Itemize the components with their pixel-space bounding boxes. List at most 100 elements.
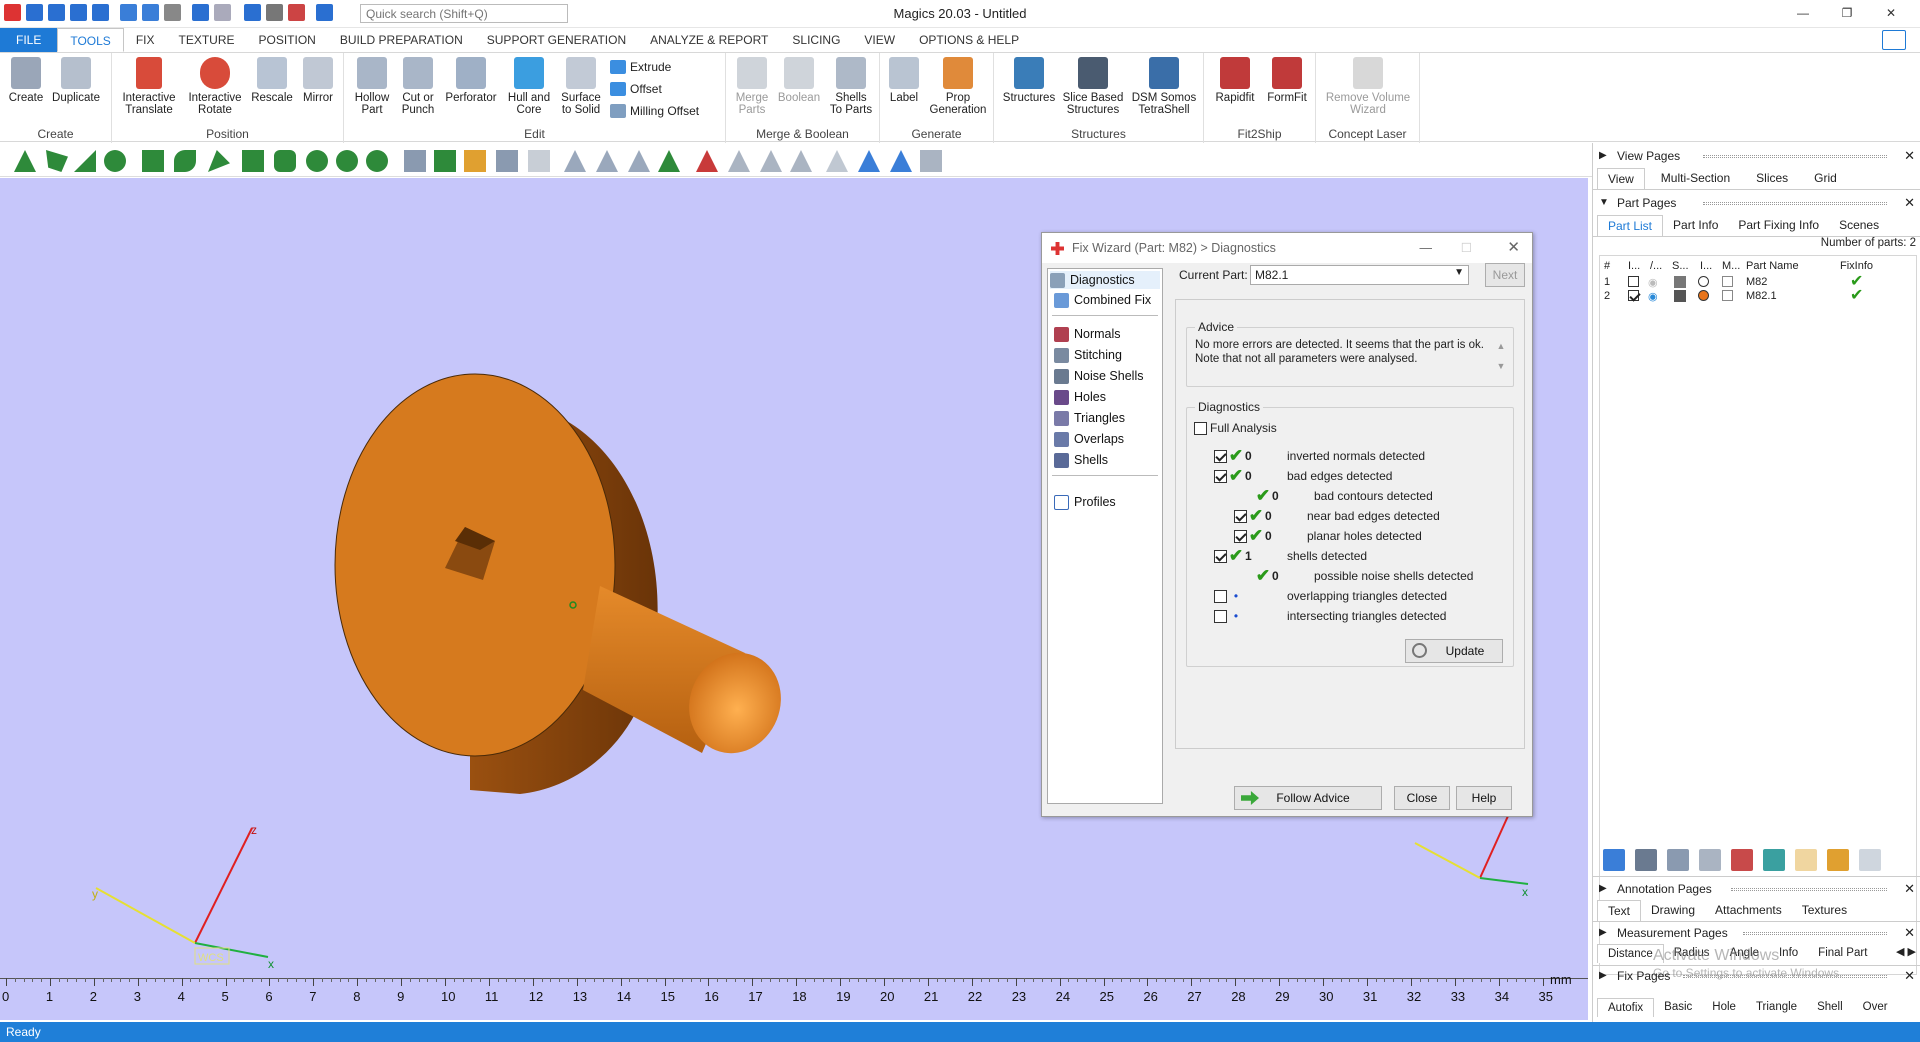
boolean-button[interactable]: Boolean <box>774 57 824 104</box>
tab-slicing[interactable]: SLICING <box>780 28 852 52</box>
col-visible[interactable]: /... <box>1650 260 1662 272</box>
shading-icon[interactable] <box>1674 276 1686 288</box>
tab-basic[interactable]: Basic <box>1654 998 1702 1017</box>
close-window-button[interactable]: ✕ <box>1870 2 1912 24</box>
nav-triangles[interactable]: Triangles <box>1054 409 1125 427</box>
material-icon[interactable] <box>1722 276 1733 287</box>
shells-checkbox[interactable] <box>1214 549 1227 563</box>
duplicate-button[interactable]: Duplicate <box>50 57 102 104</box>
slice-based-structures-button[interactable]: Slice Based Structures <box>1060 57 1126 116</box>
tab-multi-section[interactable]: Multi-Section <box>1651 168 1740 189</box>
current-part-select[interactable]: M82.1 ▼ <box>1250 265 1469 285</box>
triangle-tool-11-icon[interactable] <box>920 150 942 172</box>
close-icon[interactable]: ✕ <box>1904 879 1915 899</box>
tab-final-part[interactable]: Final Part <box>1808 944 1877 963</box>
cut-or-punch-button[interactable]: Cut or Punch <box>396 57 440 116</box>
mark-shell-icon[interactable] <box>104 150 126 172</box>
mark-plane-icon[interactable] <box>46 150 68 172</box>
tab-slices[interactable]: Slices <box>1746 168 1798 189</box>
bad-edges-checkbox[interactable] <box>1214 469 1227 483</box>
close-icon[interactable]: ✕ <box>1904 146 1915 166</box>
mark-all-icon[interactable] <box>336 150 358 172</box>
col-fixinfo[interactable]: FixInfo <box>1840 260 1873 272</box>
tab-grid[interactable]: Grid <box>1804 168 1847 189</box>
material-icon[interactable] <box>1722 290 1733 301</box>
nav-combined-fix[interactable]: Combined Fix <box>1054 291 1151 309</box>
mark-triangle-icon[interactable] <box>14 150 36 172</box>
prop-generation-button[interactable]: Prop Generation <box>926 57 990 116</box>
full-analysis-checkbox[interactable] <box>1194 421 1207 435</box>
col-part-name[interactable]: Part Name <box>1746 260 1799 272</box>
extrude-button[interactable]: Extrude <box>610 57 671 77</box>
col-index[interactable]: # <box>1604 260 1610 272</box>
planar-holes-checkbox[interactable] <box>1234 529 1247 543</box>
tab-text[interactable]: Text <box>1597 900 1642 921</box>
hollow-part-button[interactable]: Hollow Part <box>350 57 394 116</box>
tab-drawing[interactable]: Drawing <box>1641 900 1705 921</box>
part-pages-header[interactable]: ▼ Part Pages ✕ <box>1593 193 1920 213</box>
close-icon[interactable]: ✕ <box>1904 193 1915 213</box>
close-button[interactable]: Close <box>1394 786 1450 810</box>
tab-part-list[interactable]: Part List <box>1597 215 1664 236</box>
load-part-icon[interactable] <box>1603 849 1625 871</box>
nav-diagnostics[interactable]: Diagnostics <box>1050 271 1160 289</box>
view-cube-4-icon[interactable] <box>496 150 518 172</box>
view-pages-header[interactable]: ▶ View Pages ✕ <box>1593 146 1920 166</box>
invert-selection-icon[interactable] <box>1667 849 1689 871</box>
measurement-pages-header[interactable]: ▶ Measurement Pages ✕ <box>1593 923 1920 943</box>
close-icon[interactable]: ✕ <box>1904 923 1915 943</box>
nav-holes[interactable]: Holes <box>1054 388 1106 406</box>
nav-noise-shells[interactable]: Noise Shells <box>1054 367 1143 385</box>
part-settings-icon[interactable] <box>1859 849 1881 871</box>
triangle-tool-10-icon[interactable] <box>890 150 912 172</box>
offset-button[interactable]: Offset <box>610 79 662 99</box>
part-select-checkbox[interactable] <box>1628 290 1639 301</box>
annotation-pages-header[interactable]: ▶ Annotation Pages ✕ <box>1593 879 1920 899</box>
part-color-icon[interactable] <box>1763 849 1785 871</box>
hull-and-core-button[interactable]: Hull and Core <box>504 57 554 116</box>
rescale-button[interactable]: Rescale <box>250 57 294 104</box>
tab-view[interactable]: VIEW <box>852 28 907 52</box>
create-button[interactable]: Create <box>6 57 46 104</box>
col-select[interactable]: I... <box>1628 260 1640 272</box>
color-swatch[interactable] <box>1698 290 1709 301</box>
eye-icon[interactable]: ◉ <box>1648 290 1658 303</box>
nav-stitching[interactable]: Stitching <box>1054 346 1122 364</box>
tab-attachments[interactable]: Attachments <box>1705 900 1792 921</box>
part-select-checkbox[interactable] <box>1628 276 1639 287</box>
delete-triangles-icon[interactable] <box>696 150 718 172</box>
fix-pages-header[interactable]: ▶ Fix Pages ✕ <box>1593 966 1920 986</box>
perforator-button[interactable]: Perforator <box>442 57 500 104</box>
triangle-tool-3-icon[interactable] <box>628 150 650 172</box>
expand-selection-icon[interactable] <box>274 150 296 172</box>
tab-support-generation[interactable]: SUPPORT GENERATION <box>475 28 638 52</box>
triangle-tool-1-icon[interactable] <box>564 150 586 172</box>
select-parts-icon[interactable] <box>1635 849 1657 871</box>
nav-shells[interactable]: Shells <box>1054 451 1108 469</box>
remove-part-icon[interactable] <box>1731 849 1753 871</box>
mark-surface-icon[interactable] <box>74 150 96 172</box>
intersecting-checkbox[interactable] <box>1214 609 1227 623</box>
triangle-tool-5-icon[interactable] <box>728 150 750 172</box>
follow-advice-button[interactable]: Follow Advice <box>1234 786 1382 810</box>
tab-build-preparation[interactable]: BUILD PREPARATION <box>328 28 475 52</box>
label-button[interactable]: Label <box>884 57 924 104</box>
view-cube-3-icon[interactable] <box>464 150 486 172</box>
minimize-button[interactable]: — <box>1782 2 1824 24</box>
triangle-tool-4-icon[interactable] <box>658 150 680 172</box>
remove-volume-wizard-button[interactable]: Remove Volume Wizard <box>1320 57 1416 116</box>
tab-fix[interactable]: FIX <box>124 28 167 52</box>
dsm-somos-tetrashell-button[interactable]: DSM Somos TetraShell <box>1130 57 1198 116</box>
label-part-icon[interactable] <box>1795 849 1817 871</box>
part-row-1[interactable]: 1 ◉ M82 ✔ <box>1600 274 1916 290</box>
eye-icon[interactable]: ◉ <box>1648 276 1658 289</box>
tag-part-icon[interactable] <box>1827 849 1849 871</box>
triangle-tool-8-icon[interactable] <box>826 150 848 172</box>
tab-scenes[interactable]: Scenes <box>1829 215 1889 236</box>
col-material[interactable]: M... <box>1722 260 1740 272</box>
tab-over[interactable]: Over <box>1853 998 1898 1017</box>
inverted-normals-checkbox[interactable] <box>1214 449 1227 463</box>
tab-analyze-report[interactable]: ANALYZE & REPORT <box>638 28 780 52</box>
mark-window-icon[interactable] <box>242 150 264 172</box>
col-shading[interactable]: S... <box>1672 260 1689 272</box>
